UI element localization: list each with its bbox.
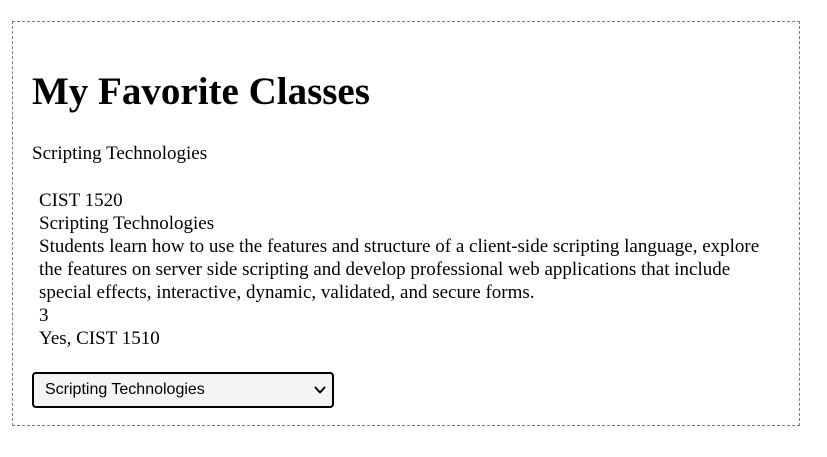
page-title: My Favorite Classes <box>32 70 370 113</box>
chevron-down-icon <box>314 386 326 394</box>
class-details: CIST 1520 Scripting Technologies Student… <box>39 189 784 350</box>
class-code: CIST 1520 <box>39 190 123 211</box>
class-prerequisite: Yes, CIST 1510 <box>39 328 160 349</box>
class-select-value: Scripting Technologies <box>45 381 205 398</box>
class-description: Students learn how to use the features a… <box>39 236 760 303</box>
class-name: Scripting Technologies <box>39 213 215 234</box>
selected-class-heading: Scripting Technologies <box>32 143 208 164</box>
class-credits: 3 <box>39 305 49 326</box>
class-select-dropdown[interactable]: Scripting Technologies <box>32 372 334 408</box>
